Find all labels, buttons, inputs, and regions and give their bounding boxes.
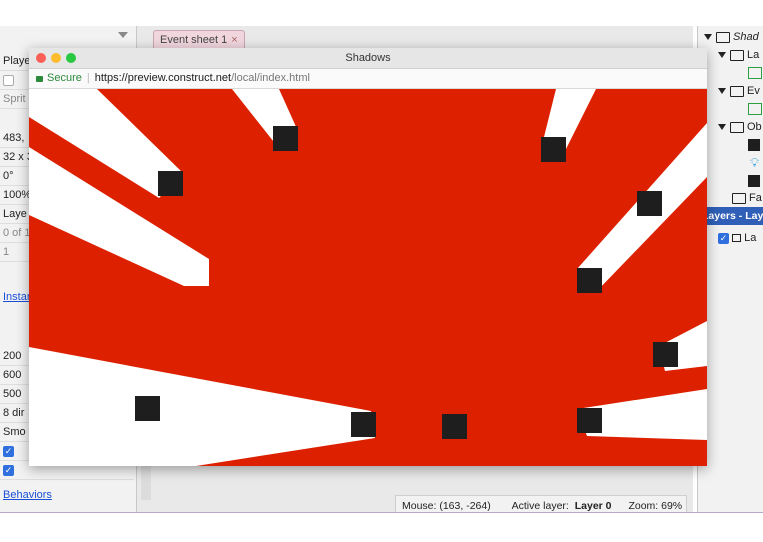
window-title: Shadows <box>345 52 391 64</box>
tree-item-object-types[interactable]: Ob <box>718 118 762 136</box>
folder-icon <box>730 121 744 133</box>
active-layer-value: Layer 0 <box>574 500 612 512</box>
shadow-caster-block <box>158 171 183 196</box>
layer-label: La <box>744 232 757 244</box>
address-separator: | <box>86 72 90 84</box>
tree-item-event-sheets[interactable]: Ev <box>718 82 760 100</box>
close-icon[interactable]: × <box>231 34 237 46</box>
tab-label: Event sheet 1 <box>160 34 228 46</box>
address-bar[interactable]: Secure | https://preview.construct.net/loc… <box>29 69 707 89</box>
tree-label: Ev <box>747 85 760 97</box>
tree-item-light-object[interactable]: 💡︎ <box>750 154 759 172</box>
expand-icon[interactable] <box>704 34 712 41</box>
panel-scroll-arrow-icon[interactable] <box>118 32 128 38</box>
tree-label: Ob <box>747 121 762 133</box>
url-host: https://preview.construct.net <box>94 72 232 84</box>
shadow-caster-block <box>351 412 376 437</box>
tree-root-label: Shad <box>733 31 759 43</box>
sprite-thumbnail-icon <box>748 175 760 188</box>
preview-window: Shadows Secure | https://preview.construct… <box>29 48 707 466</box>
tree-item-layout-file[interactable] <box>748 64 762 82</box>
window-titlebar[interactable]: Shadows <box>29 48 707 69</box>
checkbox-unchecked-icon[interactable] <box>3 74 14 86</box>
sprite-thumbnail-icon <box>748 139 760 152</box>
shadow-caster-block <box>135 396 160 421</box>
mouse-readout: Mouse: (163, -264) <box>402 500 491 512</box>
checkbox-checked-icon[interactable]: ✓ <box>3 445 14 457</box>
tree-label: La <box>747 49 760 61</box>
folder-icon <box>730 49 744 61</box>
shadow-ray <box>29 347 375 466</box>
layers-panel-header: Layers - Layo <box>698 207 763 225</box>
shadow-caster-block <box>273 126 298 151</box>
game-canvas[interactable] <box>29 89 707 466</box>
top-strip <box>0 0 763 26</box>
tree-item-object-player[interactable] <box>748 172 760 190</box>
shadow-caster-block <box>442 414 467 439</box>
shadow-caster-block <box>577 408 602 433</box>
folder-icon <box>716 31 730 43</box>
tree-item-layouts[interactable]: La <box>718 46 759 64</box>
checkbox-checked-icon[interactable]: ✓ <box>3 464 14 476</box>
shadow-caster-block <box>577 268 602 293</box>
tree-item-object-block[interactable] <box>748 136 760 154</box>
shadow-scene <box>29 89 707 466</box>
shadow-caster-block <box>637 191 662 216</box>
folder-icon <box>732 192 746 204</box>
secure-label: Secure <box>47 72 82 84</box>
expand-icon[interactable] <box>718 52 726 59</box>
expand-icon[interactable] <box>718 88 726 95</box>
layer-visible-checkbox[interactable]: ✓ <box>718 232 729 244</box>
url-path: /local/index.html <box>231 72 310 84</box>
shadow-caster-block <box>653 342 678 367</box>
tree-item-families[interactable]: Fa <box>732 189 762 207</box>
folder-icon <box>730 85 744 97</box>
shadow-caster-block <box>541 137 566 162</box>
expand-icon[interactable] <box>718 124 726 131</box>
tree-item-event-sheet-file[interactable] <box>748 100 762 118</box>
unlock-icon[interactable] <box>732 234 742 243</box>
behaviors-link[interactable]: Behaviors <box>0 486 134 505</box>
tree-label: Fa <box>749 192 762 204</box>
event-sheet-file-icon <box>748 103 762 116</box>
light-bulb-icon: 💡︎ <box>750 155 760 170</box>
tab-event-sheet[interactable]: Event sheet 1 × <box>153 30 245 49</box>
layout-file-icon <box>748 67 762 80</box>
active-layer-label: Active layer: <box>511 500 569 512</box>
layer-row[interactable]: ✓ La <box>718 229 756 247</box>
lock-icon <box>36 76 43 83</box>
bottom-strip <box>0 512 763 542</box>
zoom-readout: Zoom: 69% <box>628 500 683 512</box>
tree-item-root[interactable]: Shad <box>704 28 759 46</box>
